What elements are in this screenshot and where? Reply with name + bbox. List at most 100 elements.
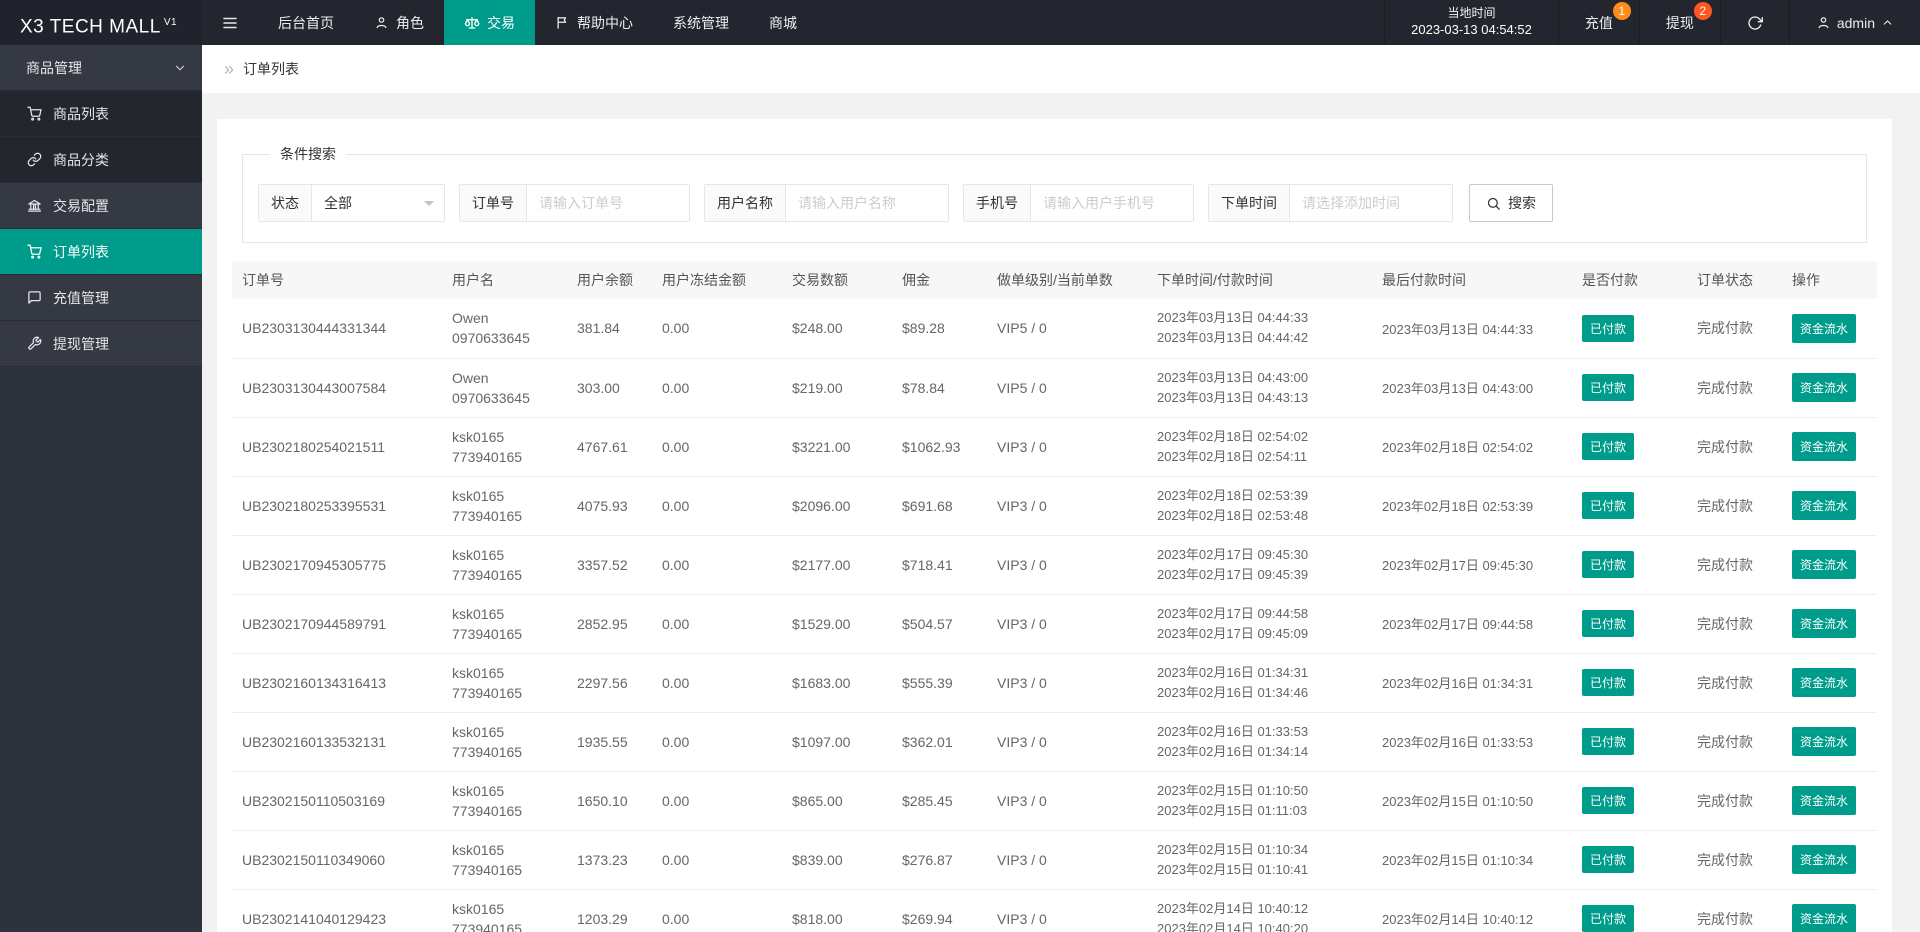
nav-item-3[interactable]: 帮助中心 <box>535 0 653 45</box>
phone-input[interactable] <box>1031 185 1193 221</box>
order-status: 完成付款 <box>1687 830 1782 890</box>
fund-flow-button[interactable]: 资金流水 <box>1792 432 1857 461</box>
local-time: 当地时间 2023-03-13 04:54:52 <box>1384 0 1558 45</box>
column-header-6: 做单级别/当前单数 <box>987 261 1147 299</box>
fund-flow-button[interactable]: 资金流水 <box>1792 786 1857 815</box>
fund-flow-button[interactable]: 资金流水 <box>1792 668 1857 697</box>
link-icon <box>26 152 42 167</box>
user-menu[interactable]: admin <box>1788 0 1920 45</box>
paid-status: 已付款 <box>1572 358 1687 418</box>
commission: $718.41 <box>892 535 987 595</box>
frozen-amount: 0.00 <box>652 299 782 359</box>
top-header: X3 TECH MALL V1 后台首页 角色 交易 帮助中心 系统管理 商城 当地时间 2… <box>0 0 1920 45</box>
user: ksk0165 773940165 <box>442 830 567 890</box>
nav-item-2[interactable]: 交易 <box>444 0 535 45</box>
order-no: UB2302170945305775 <box>232 535 442 595</box>
order-time-label: 下单时间 <box>1209 185 1290 221</box>
fund-flow-button[interactable]: 资金流水 <box>1792 609 1857 638</box>
user: ksk0165 773940165 <box>442 417 567 477</box>
fund-flow-button[interactable]: 资金流水 <box>1792 550 1857 579</box>
table-row: UB2302170945305775 ksk0165 773940165 3357.5… <box>232 535 1877 595</box>
sidebar-item-1[interactable]: 商品列表 <box>0 91 202 137</box>
level: VIP3 / 0 <box>987 476 1147 536</box>
order-pay-time: 2023年02月15日 01:10:34 2023年02月15日 01:10:41 <box>1147 830 1372 890</box>
refresh-button[interactable] <box>1719 0 1789 45</box>
actions: 资金流水 <box>1782 358 1877 418</box>
table-row: UB2302170944589791 ksk0165 773940165 2852.9… <box>232 594 1877 654</box>
paid-status: 已付款 <box>1572 889 1687 932</box>
sidebar-item-4[interactable]: 订单列表 <box>0 229 202 275</box>
cart-icon <box>26 106 42 121</box>
fund-flow-button[interactable]: 资金流水 <box>1792 904 1857 932</box>
order-no: UB2302180254021511 <box>232 417 442 477</box>
order-status: 完成付款 <box>1687 653 1782 713</box>
user: ksk0165 773940165 <box>442 653 567 713</box>
commission: $78.84 <box>892 358 987 418</box>
status-select[interactable]: 全部 <box>312 185 444 221</box>
trade-amount: $1097.00 <box>782 712 892 772</box>
frozen-amount: 0.00 <box>652 830 782 890</box>
nav-item-label: 商城 <box>769 14 797 31</box>
search-fieldset: 条件搜索 状态 全部 订单号 用户名称 <box>242 144 1867 243</box>
sidebar-item-3[interactable]: 交易配置 <box>0 183 202 229</box>
last-pay-time: 2023年02月15日 01:10:34 <box>1372 830 1572 890</box>
trade-amount: $1683.00 <box>782 653 892 713</box>
nav-item-4[interactable]: 系统管理 <box>653 0 749 45</box>
fund-flow-button[interactable]: 资金流水 <box>1792 373 1857 402</box>
column-header-4: 交易数额 <box>782 261 892 299</box>
trade-amount: $248.00 <box>782 299 892 359</box>
nav-item-1[interactable]: 角色 <box>354 0 444 45</box>
frozen-amount: 0.00 <box>652 594 782 654</box>
sidebar-item-2[interactable]: 商品分类 <box>0 137 202 183</box>
recharge-button[interactable]: 充值 1 <box>1557 0 1639 45</box>
frozen-amount: 0.00 <box>652 535 782 595</box>
sidebar-item-label: 商品管理 <box>26 59 82 76</box>
order-no-filter: 订单号 <box>459 184 690 222</box>
order-time-input[interactable] <box>1290 185 1452 221</box>
order-pay-time: 2023年02月17日 09:45:30 2023年02月17日 09:45:39 <box>1147 535 1372 595</box>
hamburger-icon <box>221 14 239 32</box>
nav-item-0[interactable]: 后台首页 <box>258 0 354 45</box>
sidebar-item-0[interactable]: 商品管理 <box>0 45 202 91</box>
fund-flow-button[interactable]: 资金流水 <box>1792 313 1857 343</box>
level: VIP5 / 0 <box>987 358 1147 418</box>
menu-toggle-icon[interactable] <box>202 0 258 45</box>
user-name-input[interactable] <box>786 185 948 221</box>
fund-flow-button[interactable]: 资金流水 <box>1792 727 1857 756</box>
order-pay-time: 2023年02月16日 01:34:31 2023年02月16日 01:34:46 <box>1147 653 1372 713</box>
level: VIP3 / 0 <box>987 535 1147 595</box>
last-pay-time: 2023年03月13日 04:43:00 <box>1372 358 1572 418</box>
withdraw-button[interactable]: 提现 2 <box>1638 0 1720 45</box>
user: ksk0165 773940165 <box>442 712 567 772</box>
commission: $691.68 <box>892 476 987 536</box>
commission: $269.94 <box>892 889 987 932</box>
order-pay-time: 2023年03月13日 04:43:00 2023年03月13日 04:43:13 <box>1147 358 1372 418</box>
balance: 2852.95 <box>567 594 652 654</box>
table-row: UB2302141040129423 ksk0165 773940165 1203.2… <box>232 889 1877 932</box>
select-caret-icon <box>424 201 434 211</box>
table-row: UB2303130444331344 Owen 0970633645 381.84 0.… <box>232 299 1877 359</box>
flag-icon <box>555 15 570 30</box>
commission: $285.45 <box>892 771 987 831</box>
app-logo: X3 TECH MALL V1 <box>0 0 202 45</box>
fund-flow-button[interactable]: 资金流水 <box>1792 845 1857 874</box>
level: VIP3 / 0 <box>987 889 1147 932</box>
wrench-icon <box>26 336 42 351</box>
search-button[interactable]: 搜索 <box>1469 184 1553 222</box>
nav-item-5[interactable]: 商城 <box>749 0 817 45</box>
content-card: 条件搜索 状态 全部 订单号 用户名称 <box>217 119 1892 932</box>
frozen-amount: 0.00 <box>652 358 782 418</box>
paid-badge: 已付款 <box>1582 905 1635 932</box>
order-no-input[interactable] <box>527 185 689 221</box>
sidebar-item-5[interactable]: 充值管理 <box>0 275 202 321</box>
table-header-row: 订单号 用户名 用户余额 用户冻结金额 交易数额 佣金 做单级别/当前单数 下单时间/付款时间… <box>232 261 1877 299</box>
fund-flow-button[interactable]: 资金流水 <box>1792 491 1857 520</box>
sidebar-item-6[interactable]: 提现管理 <box>0 321 202 367</box>
last-pay-time: 2023年02月14日 10:40:12 <box>1372 889 1572 932</box>
frozen-amount: 0.00 <box>652 653 782 713</box>
paid-status: 已付款 <box>1572 417 1687 477</box>
order-pay-time: 2023年02月14日 10:40:12 2023年02月14日 10:40:20 <box>1147 889 1372 932</box>
user: ksk0165 773940165 <box>442 889 567 932</box>
sidebar-item-label: 提现管理 <box>53 335 109 352</box>
level: VIP3 / 0 <box>987 830 1147 890</box>
